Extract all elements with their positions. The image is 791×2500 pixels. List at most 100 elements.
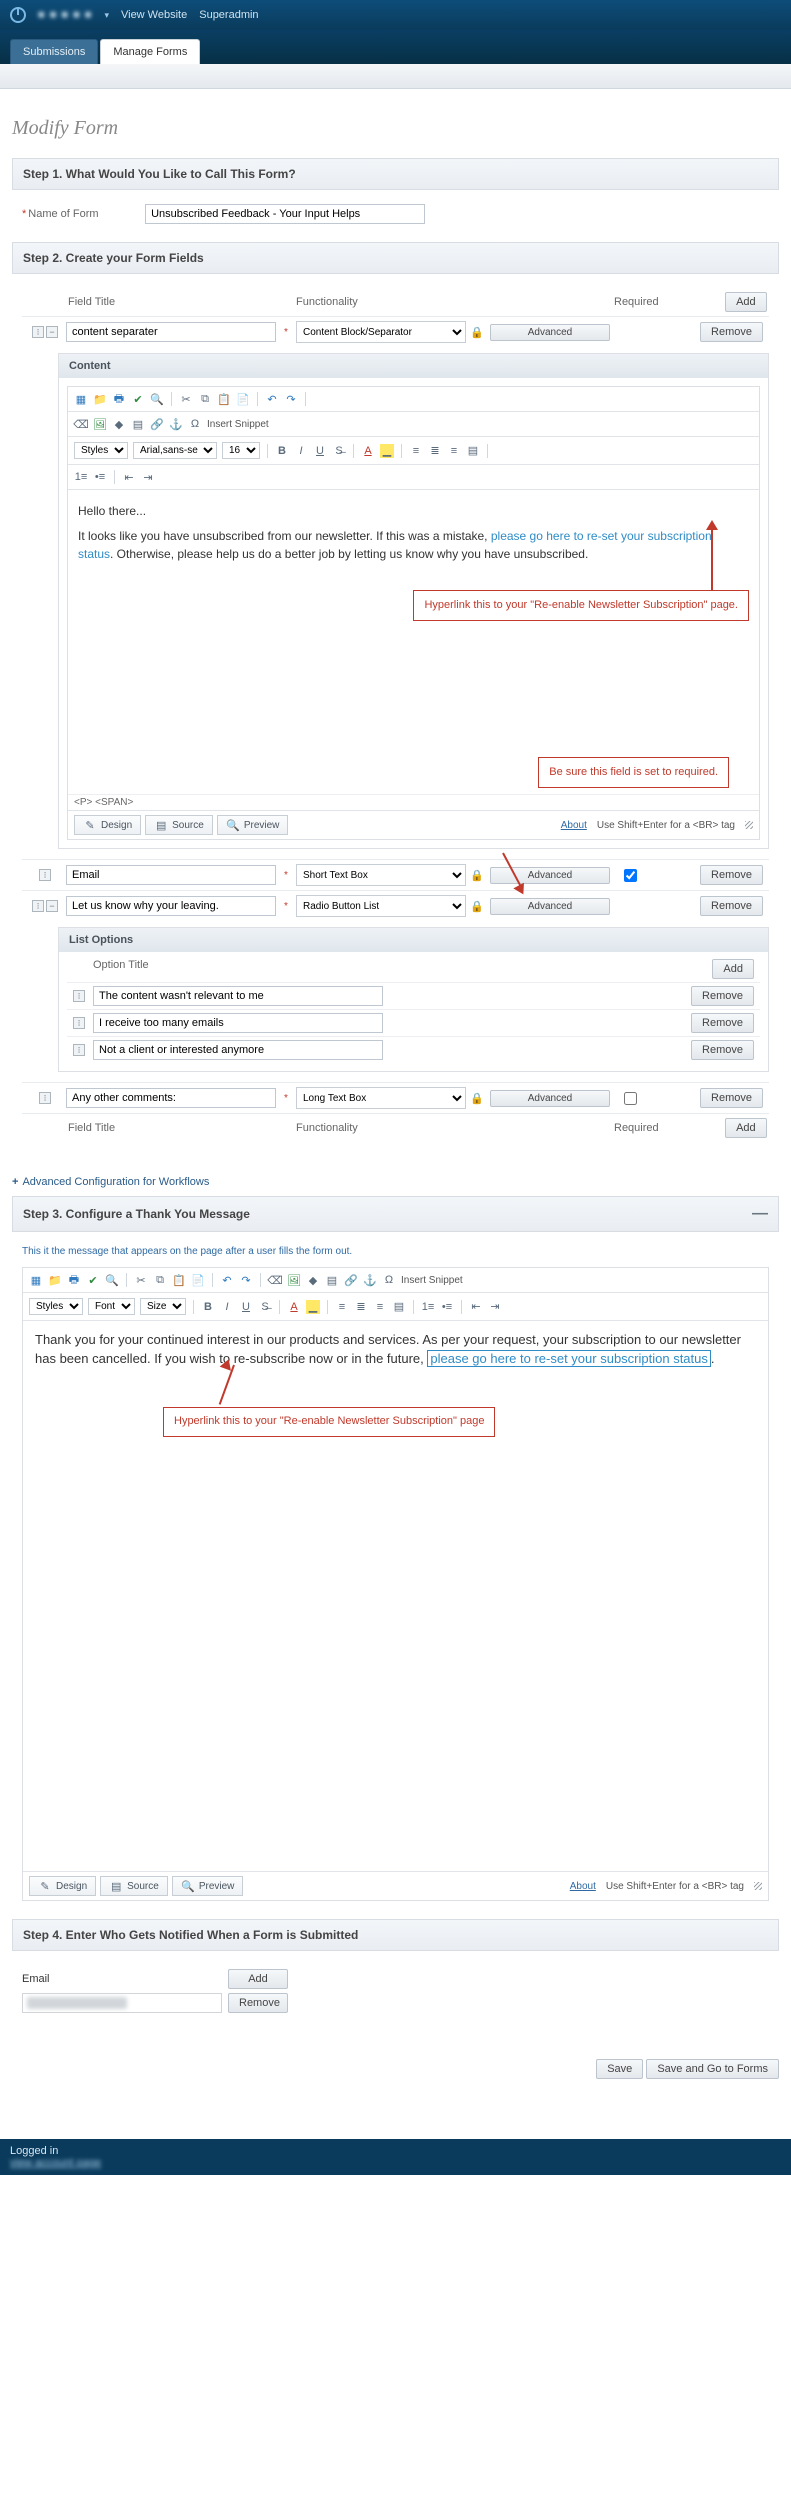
folder-icon[interactable]: 📁 [93,392,107,406]
print-icon[interactable]: 🖶 [112,392,126,406]
image-icon[interactable]: 🖼 [93,417,107,431]
align-full-icon[interactable]: ▤ [466,444,480,458]
outdent-icon[interactable]: ⇤ [469,1300,483,1314]
add-option-button[interactable]: Add [712,959,754,979]
spellcheck-icon[interactable]: ✔ [131,392,145,406]
option-input[interactable] [93,1013,383,1033]
omega-icon[interactable]: Ω [382,1273,396,1287]
anchor-icon[interactable]: ⚓ [169,417,183,431]
textcolor-icon[interactable]: A [361,444,375,458]
italic-icon[interactable]: I [220,1300,234,1314]
indent-icon[interactable]: ⇥ [141,470,155,484]
font-select[interactable]: Font [88,1298,135,1315]
insert-snippet-button[interactable]: Insert Snippet [207,419,269,430]
media-icon[interactable]: ◆ [112,417,126,431]
redo-icon[interactable]: ↷ [284,392,298,406]
source-tab[interactable]: ▤Source [145,815,213,835]
row-handle[interactable]: ⁝− [28,900,62,912]
advanced-button[interactable]: Advanced [490,324,610,341]
highlight-icon[interactable]: ▁ [380,444,394,458]
remove-field-button[interactable]: Remove [700,322,763,342]
remove-field-button[interactable]: Remove [700,1088,763,1108]
link-icon[interactable]: 🔗 [150,417,164,431]
copy-icon[interactable]: ⧉ [153,1273,167,1287]
styles-select[interactable]: Styles [74,442,128,459]
functionality-select[interactable]: Long Text Box [296,1087,466,1109]
add-email-button[interactable]: Add [228,1969,288,1989]
paste-icon[interactable]: 📋 [172,1273,186,1287]
field-title-input[interactable] [66,1088,276,1108]
chevron-down-icon[interactable]: ▾ [104,10,109,21]
tab-manage-forms[interactable]: Manage Forms [100,39,200,64]
collapse-icon[interactable]: — [752,1205,768,1223]
size-select[interactable]: Size [140,1298,186,1315]
thankyou-content[interactable]: Thank you for your continued interest in… [23,1321,768,1871]
design-tab[interactable]: ✎Design [29,1876,96,1896]
print-icon[interactable]: 🖶 [67,1273,81,1287]
ol-icon[interactable]: 1≡ [421,1300,435,1314]
source-tab[interactable]: ▤Source [100,1876,168,1896]
link-icon[interactable]: 🔗 [344,1273,358,1287]
erase-icon[interactable]: ⌫ [268,1273,282,1287]
footer-account-link[interactable]: view account page [10,2157,101,2169]
superadmin-link[interactable]: Superadmin [199,9,258,21]
about-link[interactable]: About [570,1881,596,1892]
image-icon[interactable]: 🖼 [287,1273,301,1287]
field-title-input[interactable] [66,865,276,885]
name-of-form-input[interactable] [145,204,425,224]
editor-content[interactable]: Hello there... It looks like you have un… [68,490,759,794]
add-field-button[interactable]: Add [725,1118,767,1138]
ol-icon[interactable]: 1≡ [74,470,88,484]
anchor-icon[interactable]: ⚓ [363,1273,377,1287]
design-tab[interactable]: ✎Design [74,815,141,835]
remove-option-button[interactable]: Remove [691,1013,754,1033]
folder-icon[interactable]: 📁 [48,1273,62,1287]
option-handle[interactable]: ⁝ [73,1017,85,1029]
align-right-icon[interactable]: ≡ [373,1300,387,1314]
erase-icon[interactable]: ⌫ [74,417,88,431]
italic-icon[interactable]: I [294,444,308,458]
reset-subscription-link[interactable]: please go here to re-set your subscripti… [427,1350,710,1367]
highlight-icon[interactable]: ▁ [306,1300,320,1314]
font-select[interactable]: Arial,sans-se [133,442,217,459]
functionality-select[interactable]: Content Block/Separator [296,321,466,343]
page-icon[interactable]: ▦ [74,392,88,406]
undo-icon[interactable]: ↶ [265,392,279,406]
insert-snippet-button[interactable]: Insert Snippet [401,1275,463,1286]
paste-icon[interactable]: 📋 [217,392,231,406]
functionality-select[interactable]: Short Text Box [296,864,466,886]
page-icon[interactable]: ▦ [29,1273,43,1287]
field-title-input[interactable] [66,322,276,342]
outdent-icon[interactable]: ⇤ [122,470,136,484]
paste-word-icon[interactable]: 📄 [236,392,250,406]
align-center-icon[interactable]: ≣ [354,1300,368,1314]
omega-icon[interactable]: Ω [188,417,202,431]
bold-icon[interactable]: B [201,1300,215,1314]
power-icon[interactable] [10,7,26,23]
strike-icon[interactable]: S̶ [258,1300,272,1314]
underline-icon[interactable]: U [239,1300,253,1314]
option-input[interactable] [93,1040,383,1060]
align-full-icon[interactable]: ▤ [392,1300,406,1314]
copy-icon[interactable]: ⧉ [198,392,212,406]
required-checkbox[interactable] [624,1092,637,1105]
remove-field-button[interactable]: Remove [700,896,763,916]
about-link[interactable]: About [561,820,587,831]
row-handle[interactable]: ⁝ [28,1092,62,1104]
align-left-icon[interactable]: ≡ [335,1300,349,1314]
advanced-workflows-toggle[interactable]: Advanced Configuration for Workflows [12,1176,209,1188]
table-icon[interactable]: ▤ [325,1273,339,1287]
cut-icon[interactable]: ✂ [134,1273,148,1287]
bold-icon[interactable]: B [275,444,289,458]
row-handle[interactable]: ⁝ [28,869,62,881]
option-input[interactable] [93,986,383,1006]
ul-icon[interactable]: •≡ [93,470,107,484]
cut-icon[interactable]: ✂ [179,392,193,406]
spellcheck-icon[interactable]: ✔ [86,1273,100,1287]
row-handle[interactable]: ⁝− [28,326,62,338]
find-icon[interactable]: 🔍 [105,1273,119,1287]
remove-email-button[interactable]: Remove [228,1993,288,2013]
advanced-button[interactable]: Advanced [490,867,610,884]
remove-field-button[interactable]: Remove [700,865,763,885]
find-icon[interactable]: 🔍 [150,392,164,406]
